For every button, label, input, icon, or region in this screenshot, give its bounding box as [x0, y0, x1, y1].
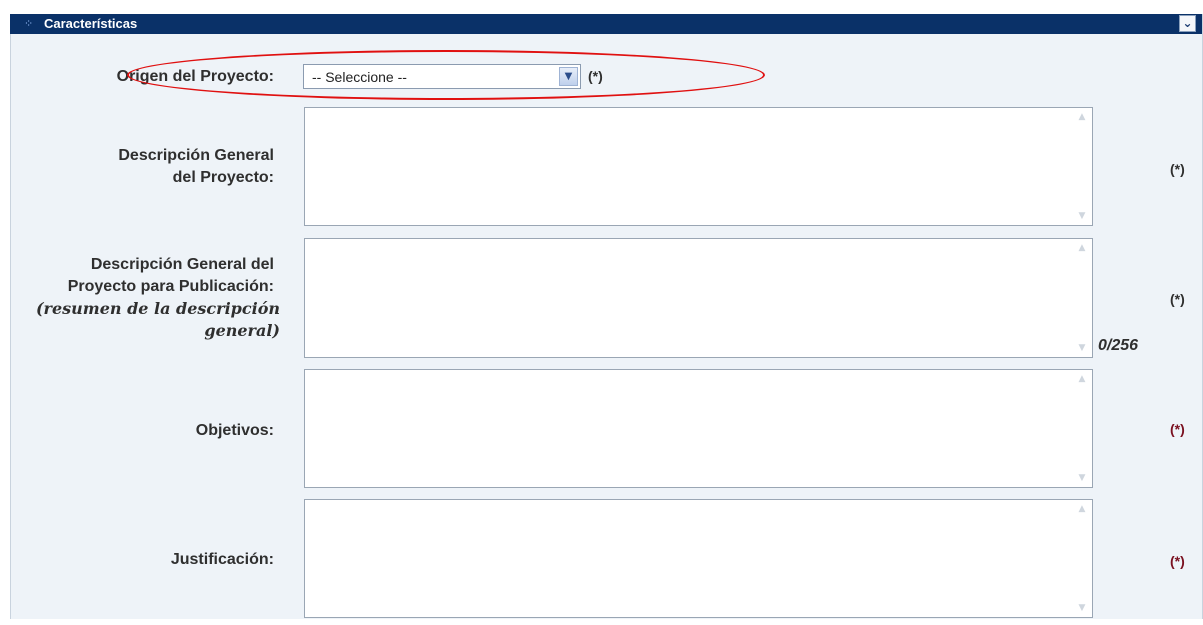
publicacion-label-line2: Proyecto para Publicación: — [67, 278, 274, 295]
descripcion-label-line2: del Proyecto: — [172, 169, 274, 186]
justificacion-label: Justificación: — [170, 551, 274, 568]
chevron-down-icon[interactable]: ▼ — [559, 67, 578, 86]
origen-required-marker: (*) — [588, 68, 603, 84]
scroll-down-icon[interactable]: ▼ — [1075, 342, 1089, 354]
origen-select-value: -- Seleccione -- — [312, 69, 407, 85]
scroll-up-icon[interactable]: ▲ — [1075, 373, 1089, 385]
justificacion-textarea[interactable]: ▲ ▼ — [304, 499, 1093, 618]
collapse-button[interactable]: ⌄ — [1179, 15, 1196, 32]
section-dots-icon: ⁘ — [24, 17, 34, 30]
descripcion-scrollbar[interactable]: ▲ ▼ — [1072, 108, 1092, 225]
scroll-up-icon[interactable]: ▲ — [1075, 111, 1089, 123]
objetivos-label: Objetivos: — [195, 422, 274, 439]
publicacion-scrollbar[interactable]: ▲ ▼ — [1072, 239, 1092, 357]
justificacion-required-marker: (*) — [1170, 553, 1185, 569]
publicacion-label-line1: Descripción General del — [90, 256, 274, 273]
section-title: Características — [44, 16, 138, 31]
justificacion-scrollbar[interactable]: ▲ ▼ — [1072, 500, 1092, 617]
origen-select[interactable]: -- Seleccione -- ▼ — [303, 64, 581, 89]
scroll-up-icon[interactable]: ▲ — [1075, 503, 1089, 515]
scroll-down-icon[interactable]: ▼ — [1075, 210, 1089, 222]
scroll-up-icon[interactable]: ▲ — [1075, 242, 1089, 254]
descripcion-required-marker: (*) — [1170, 161, 1185, 177]
scroll-down-icon[interactable]: ▼ — [1075, 472, 1089, 484]
objetivos-required-marker: (*) — [1170, 421, 1185, 437]
publicacion-textarea[interactable]: ▲ ▼ — [304, 238, 1093, 358]
descripcion-label-line1: Descripción General — [118, 147, 274, 164]
descripcion-textarea[interactable]: ▲ ▼ — [304, 107, 1093, 226]
objetivos-textarea[interactable]: ▲ ▼ — [304, 369, 1093, 488]
section-header[interactable]: ⁘ Características — [10, 14, 1202, 34]
double-chevron-down-icon: ⌄ — [1182, 16, 1193, 30]
scroll-down-icon[interactable]: ▼ — [1075, 602, 1089, 614]
objetivos-scrollbar[interactable]: ▲ ▼ — [1072, 370, 1092, 487]
publicacion-char-counter: 0/256 — [1098, 337, 1139, 354]
publicacion-note-line2: general) — [204, 321, 280, 340]
publicacion-required-marker: (*) — [1170, 291, 1185, 307]
publicacion-note-line1: (resumen de la descripción — [35, 299, 280, 318]
origen-label: Origen del Proyecto: — [116, 68, 274, 85]
